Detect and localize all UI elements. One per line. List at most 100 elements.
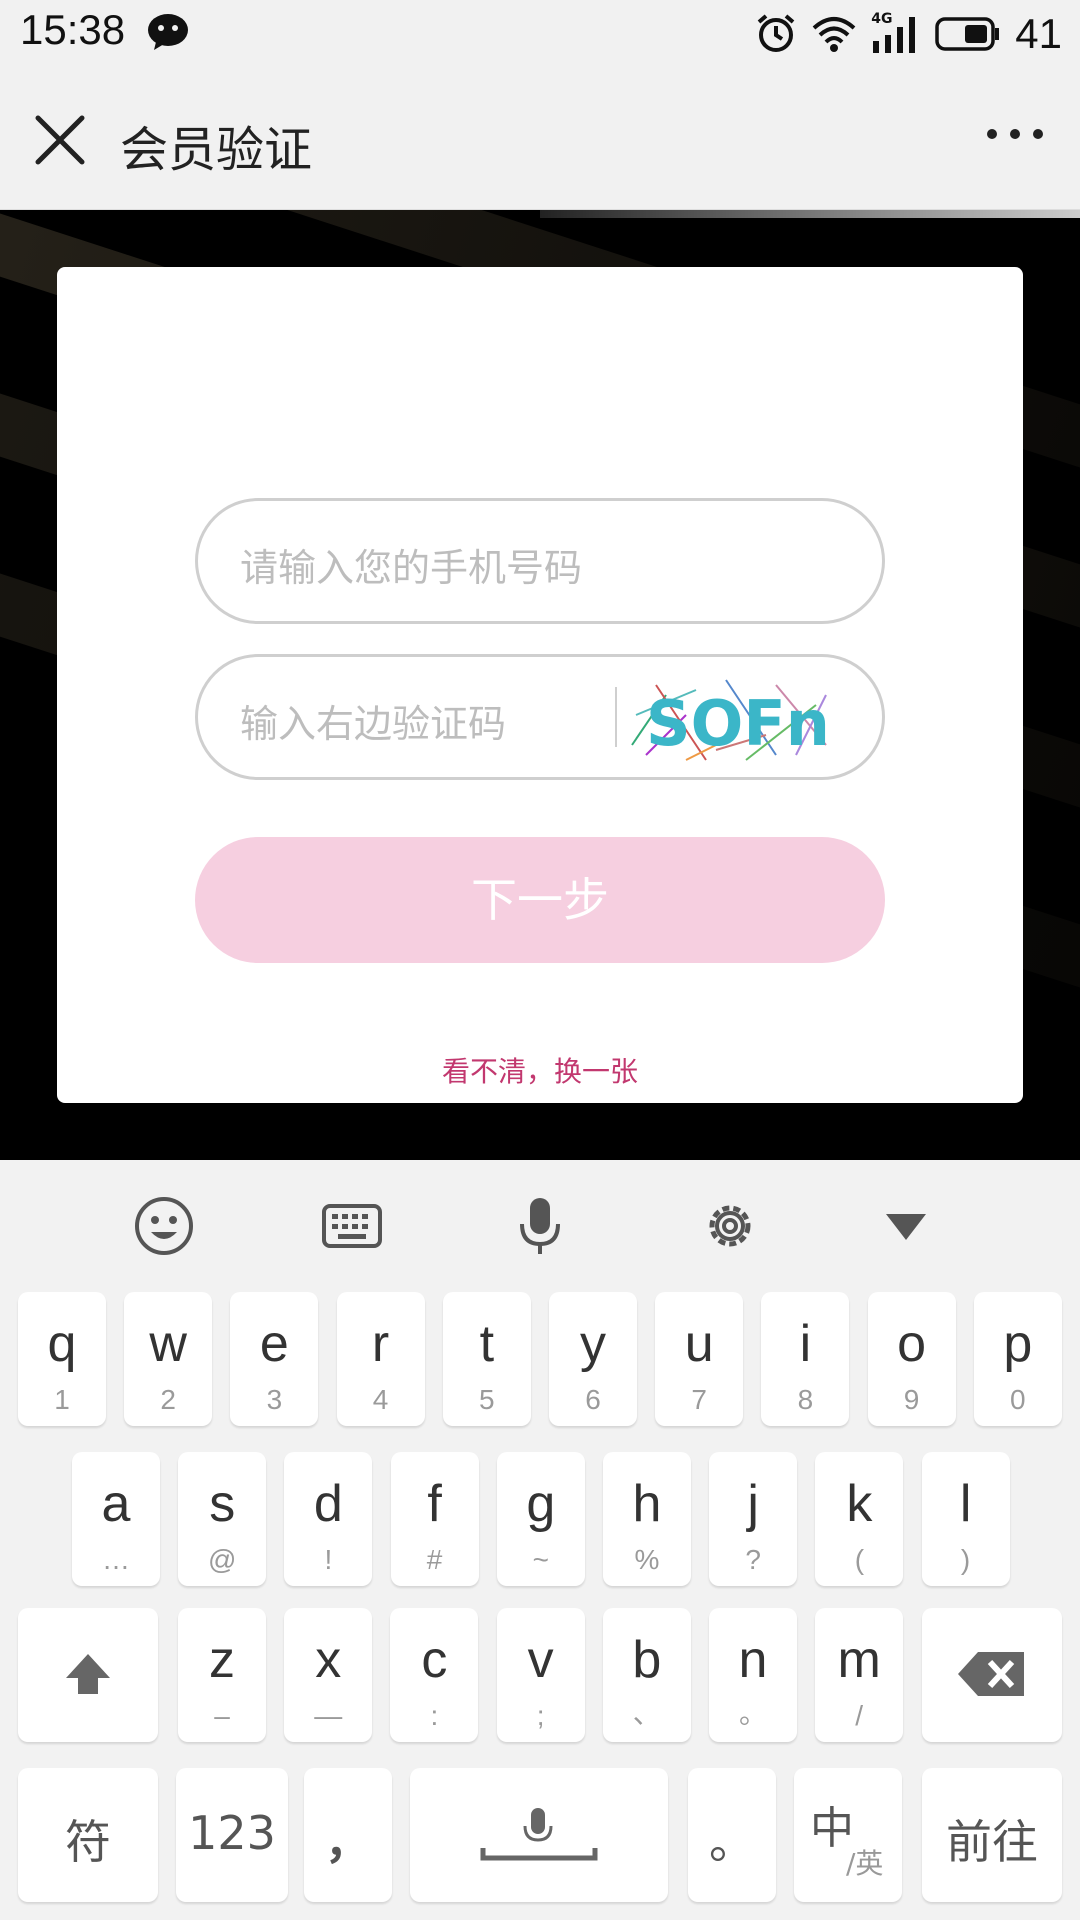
- key-u[interactable]: u7: [655, 1292, 744, 1426]
- key-letter: i: [799, 1315, 812, 1373]
- key-i[interactable]: i8: [761, 1292, 850, 1426]
- key-c[interactable]: c:: [390, 1608, 479, 1742]
- key-q[interactable]: q1: [18, 1292, 106, 1426]
- key-letter: q: [47, 1315, 77, 1373]
- captcha-text: SOFn: [646, 687, 830, 760]
- key-g[interactable]: g ~: [496, 1452, 585, 1586]
- battery-icon: [935, 17, 1000, 51]
- language-switch-key[interactable]: 中 /英: [794, 1768, 902, 1902]
- keyboard-toolbar: [0, 1160, 1080, 1290]
- symbols-key[interactable]: 符: [18, 1768, 158, 1902]
- shift-arrow-icon: [66, 1654, 110, 1694]
- key-secondary: 6: [585, 1384, 601, 1415]
- wechat-icon: [148, 14, 188, 50]
- key-secondary: /: [855, 1700, 864, 1731]
- key-secondary: ;: [536, 1700, 545, 1731]
- key-letter: s: [209, 1475, 236, 1533]
- key-secondary: 7: [691, 1384, 707, 1415]
- alarm-icon: [757, 14, 795, 52]
- space-key[interactable]: [410, 1768, 668, 1902]
- key-letter: b: [632, 1631, 662, 1689]
- key-secondary: (: [854, 1544, 865, 1575]
- page-title: 会员验证: [120, 122, 313, 178]
- key-secondary: …: [102, 1544, 130, 1575]
- key-secondary: 1: [54, 1384, 70, 1415]
- key-s[interactable]: s @: [178, 1452, 267, 1586]
- key-x[interactable]: x —: [284, 1608, 373, 1742]
- key-secondary: ?: [745, 1544, 761, 1575]
- go-key[interactable]: 前往: [922, 1768, 1062, 1902]
- wifi-icon: [812, 17, 856, 52]
- key-w[interactable]: w2: [124, 1292, 213, 1426]
- key-secondary: ): [960, 1544, 971, 1575]
- key-p[interactable]: p0: [973, 1292, 1062, 1426]
- key-letter: y: [580, 1315, 606, 1373]
- emoji-icon[interactable]: [132, 1194, 196, 1258]
- phone-placeholder: 请输入您的手机号码: [240, 546, 583, 590]
- key-m[interactable]: m /: [815, 1608, 904, 1742]
- settings-gear-icon[interactable]: [698, 1194, 762, 1258]
- key-secondary: —: [314, 1700, 343, 1731]
- key-v[interactable]: v;: [496, 1608, 585, 1742]
- captcha-image[interactable]: SOFn: [626, 675, 832, 765]
- shift-key[interactable]: [18, 1608, 158, 1742]
- close-icon[interactable]: [30, 110, 90, 170]
- key-b[interactable]: b、: [602, 1608, 691, 1742]
- comma-key[interactable]: ，: [304, 1768, 392, 1902]
- soft-keyboard: q1w2e3r4t5y6u7i8o9p0 a… s @ d! f # g ~ h% j? k(l) …: [0, 1160, 1080, 1920]
- key-letter: n: [738, 1631, 768, 1689]
- key-a[interactable]: a…: [72, 1452, 160, 1586]
- key-letter: j: [747, 1475, 759, 1533]
- keyboard-switch-icon[interactable]: [320, 1194, 384, 1258]
- key-l[interactable]: l): [921, 1452, 1010, 1586]
- key-n[interactable]: n。: [709, 1608, 797, 1742]
- key-secondary: 8: [797, 1384, 814, 1415]
- key-letter: u: [684, 1315, 714, 1373]
- cellular-signal-icon: 4G: [871, 11, 921, 55]
- more-options-icon[interactable]: [980, 114, 1050, 154]
- period-key[interactable]: 。: [688, 1768, 776, 1902]
- title-bar: 会员验证: [0, 66, 1080, 210]
- key-letter: f: [427, 1475, 442, 1533]
- key-h[interactable]: h%: [603, 1452, 691, 1586]
- input-divider: [615, 687, 617, 747]
- key-o[interactable]: o9: [867, 1292, 956, 1426]
- key-z[interactable]: z –: [178, 1608, 266, 1742]
- numbers-key[interactable]: 123: [176, 1768, 288, 1902]
- key-letter: a: [101, 1475, 131, 1533]
- key-letter: h: [632, 1475, 662, 1533]
- refresh-captcha-link[interactable]: 看不清，换一张: [0, 1050, 1080, 1090]
- microphone-icon[interactable]: [508, 1194, 572, 1258]
- key-letter: d: [313, 1475, 343, 1533]
- key-t[interactable]: t5: [442, 1292, 531, 1426]
- captcha-code-input[interactable]: 输入右边验证码 SOFn: [195, 654, 885, 780]
- battery-level: 41: [1015, 10, 1062, 57]
- key-secondary: 0: [1010, 1384, 1026, 1415]
- key-y[interactable]: y6: [549, 1292, 637, 1426]
- key-secondary: –: [214, 1700, 230, 1731]
- key-letter: e: [259, 1315, 289, 1373]
- key-secondary: 3: [266, 1384, 283, 1415]
- phone-number-input[interactable]: 请输入您的手机号码: [195, 498, 885, 624]
- captcha-placeholder: 输入右边验证码: [240, 702, 507, 746]
- key-d[interactable]: d!: [284, 1452, 373, 1586]
- key-r[interactable]: r4: [336, 1292, 425, 1426]
- key-k[interactable]: k(: [815, 1452, 904, 1586]
- key-secondary: 5: [479, 1384, 495, 1415]
- space-voice-icon: [480, 1808, 598, 1861]
- collapse-keyboard-icon[interactable]: [874, 1194, 938, 1258]
- key-letter: o: [897, 1315, 927, 1373]
- next-step-button[interactable]: 下一步: [195, 837, 885, 963]
- key-letter: g: [526, 1475, 556, 1533]
- key-letter: k: [846, 1475, 873, 1533]
- key-secondary: #: [426, 1544, 443, 1575]
- key-e[interactable]: e3: [230, 1292, 319, 1426]
- key-secondary: 。: [738, 1698, 767, 1729]
- key-secondary: 4: [372, 1384, 389, 1415]
- backspace-key[interactable]: [922, 1608, 1062, 1742]
- status-time: 15:38: [20, 6, 126, 53]
- key-letter: p: [1003, 1315, 1033, 1373]
- key-f[interactable]: f #: [390, 1452, 479, 1586]
- key-letter: x: [315, 1631, 342, 1689]
- key-j[interactable]: j?: [709, 1452, 798, 1586]
